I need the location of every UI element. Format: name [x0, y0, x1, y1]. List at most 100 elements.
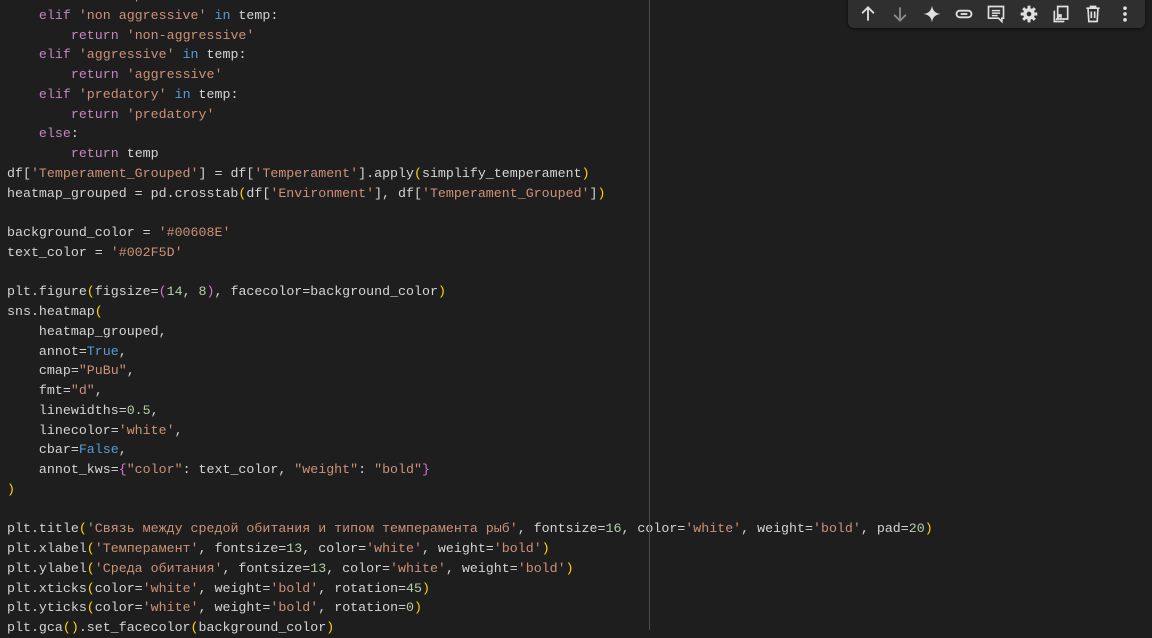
code-line[interactable]: plt.figure(figsize=(14, 8), facecolor=ba…	[7, 282, 933, 302]
code-line[interactable]: else:	[7, 124, 933, 144]
code-token: color=	[94, 580, 143, 596]
code-line[interactable]: return temp	[7, 144, 933, 164]
arrow-up-icon	[861, 6, 875, 21]
code-line[interactable]: )	[7, 480, 933, 500]
code-token: background_color	[198, 620, 327, 635]
code-line[interactable]: cmap="PuBu",	[7, 361, 933, 381]
code-line[interactable]: background_color = '#00608E'	[7, 223, 933, 243]
code-token: 'Среда обитания'	[94, 560, 223, 576]
code-token: 'Temperament_Grouped'	[30, 165, 199, 181]
code-line[interactable]: return 'non-aggressive'	[7, 26, 933, 46]
code-token: 'Temperament_Grouped'	[421, 185, 590, 201]
code-token: elif	[38, 86, 71, 102]
more-actions-button[interactable]	[1112, 1, 1138, 27]
code-token: )	[414, 600, 422, 616]
code-line[interactable]: df['Temperament_Grouped'] = df['Temperam…	[7, 164, 933, 184]
code-line[interactable]: text_color = '#002F5D'	[7, 243, 933, 263]
code-line[interactable]: linewidths=0.5,	[7, 401, 933, 421]
code-line[interactable]: plt.gca().set_facecolor(background_color…	[7, 618, 933, 638]
code-line[interactable]: annot=True,	[7, 342, 933, 362]
code-token: df[	[7, 165, 31, 181]
code-token: , facecolor=background_color	[214, 284, 438, 300]
code-token: '#002F5D'	[110, 244, 183, 260]
code-line[interactable]: heatmap_grouped,	[7, 322, 933, 342]
code-editor[interactable]: return 'peaceful' elif 'non aggressive' …	[7, 0, 933, 638]
code-line[interactable]: heatmap_grouped = pd.crosstab(df['Enviro…	[7, 184, 933, 204]
code-line[interactable]: cbar=False,	[7, 440, 933, 460]
code-token: , fontsize=	[517, 521, 606, 537]
add-comment-button[interactable]	[983, 1, 1009, 27]
code-token: temp:	[190, 86, 239, 102]
code-token: 'aggressive'	[78, 47, 175, 63]
cell-toolbar	[848, 0, 1145, 28]
mirror-cell-button[interactable]	[1048, 1, 1074, 27]
code-token: heatmap_grouped,	[7, 323, 167, 339]
code-token: 'bold'	[812, 521, 861, 537]
code-token: 'white'	[685, 521, 742, 537]
code-line[interactable]: plt.yticks(color='white', weight='bold',…	[7, 598, 933, 618]
code-token: : text_color,	[182, 462, 295, 477]
code-token: (	[86, 600, 95, 616]
code-line[interactable]: return 'predatory'	[7, 105, 933, 125]
code-token: 'bold'	[270, 600, 319, 616]
code-line[interactable]: plt.xlabel('Темперамент', fontsize=13, c…	[7, 539, 933, 559]
code-token: elif	[38, 7, 71, 23]
code-line[interactable]	[7, 203, 933, 223]
code-line[interactable]: sns.heatmap(	[7, 302, 933, 322]
code-line[interactable]: return 'aggressive'	[7, 65, 933, 85]
code-token: 'predatory'	[78, 86, 167, 102]
code-token: (	[78, 521, 87, 537]
code-token: (	[94, 304, 103, 319]
code-token: )	[422, 580, 430, 596]
code-token: 'bold'	[517, 560, 566, 576]
code-line[interactable]: elif 'predatory' in temp:	[7, 85, 933, 105]
code-token: (	[62, 620, 71, 635]
code-token: , color=	[302, 541, 367, 556]
code-token: 'peaceful'	[127, 0, 207, 3]
more-vert-icon	[1123, 6, 1127, 22]
code-token: text_color =	[7, 244, 111, 260]
sparkle-icon	[923, 5, 941, 23]
code-line[interactable]: plt.xticks(color='white', weight='bold',…	[7, 579, 933, 599]
code-line[interactable]: linecolor='white',	[7, 421, 933, 441]
code-token: )	[924, 521, 933, 537]
settings-button[interactable]	[1016, 1, 1042, 27]
mirror-tab-icon	[1053, 5, 1069, 23]
code-token: figsize=	[94, 284, 159, 300]
code-token: 13	[286, 541, 303, 556]
code-line[interactable]	[7, 263, 933, 283]
arrow-down-icon	[893, 7, 907, 22]
code-line[interactable]: elif 'non aggressive' in temp:	[7, 6, 933, 26]
code-token: (	[413, 165, 422, 181]
code-token: 'bold'	[270, 580, 319, 596]
gemini-button[interactable]	[919, 1, 945, 27]
code-token: '#00608E'	[158, 225, 231, 240]
code-token: )	[206, 284, 215, 300]
code-token: df[	[246, 185, 271, 201]
code-line[interactable]: annot_kws={"color": text_color, "weight"…	[7, 460, 933, 480]
code-token: ,	[174, 422, 183, 438]
copy-link-button[interactable]	[951, 1, 977, 27]
code-line[interactable]: fmt="d",	[7, 381, 933, 401]
delete-cell-button[interactable]	[1080, 1, 1106, 27]
code-token: )	[437, 284, 446, 300]
code-line[interactable]	[7, 500, 933, 520]
code-token: 'Environment'	[270, 185, 375, 201]
code-token: cmap=	[7, 363, 79, 379]
code-line[interactable]: plt.ylabel('Среда обитания', fontsize=13…	[7, 559, 933, 579]
move-cell-down-button[interactable]	[887, 1, 913, 27]
code-token: "color"	[126, 462, 183, 477]
code-token: plt.xlabel	[7, 541, 87, 556]
code-line[interactable]: elif 'aggressive' in temp:	[7, 45, 933, 65]
code-line[interactable]: plt.title('Связь между средой обитания и…	[7, 519, 933, 539]
move-cell-up-button[interactable]	[855, 1, 881, 27]
code-token: "PuBu"	[78, 363, 127, 379]
